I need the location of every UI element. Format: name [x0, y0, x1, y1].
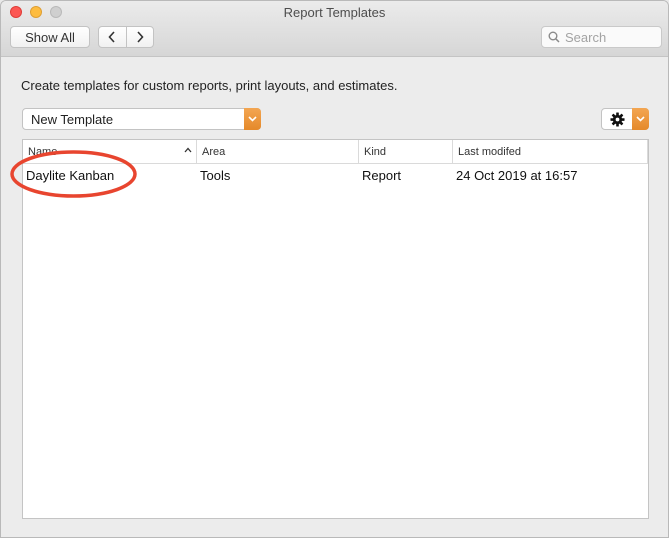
template-popup-label: New Template [31, 112, 114, 127]
chevron-left-icon [108, 31, 116, 43]
template-popup-button[interactable]: New Template [22, 108, 261, 130]
chevron-down-icon [632, 108, 649, 130]
column-header-area[interactable]: Area [196, 140, 358, 164]
description-text: Create templates for custom reports, pri… [21, 78, 398, 93]
back-button[interactable] [99, 27, 126, 47]
cell-kind: Report [362, 168, 402, 183]
cell-name: Daylite Kanban [26, 168, 115, 183]
forward-button[interactable] [125, 27, 153, 47]
search-input[interactable] [565, 29, 655, 45]
chevron-right-icon [137, 31, 144, 43]
chevron-down-icon [244, 108, 261, 130]
column-header-last-modified[interactable]: Last modifed [452, 140, 648, 164]
window-title: Report Templates [283, 5, 386, 20]
table-row[interactable]: Daylite Kanban Tools Report 24 Oct 2019 … [23, 165, 648, 187]
cell-area: Tools [200, 168, 231, 183]
column-header-name[interactable]: Name [23, 140, 196, 164]
sort-ascending-icon [184, 147, 192, 153]
navigation-buttons [98, 26, 154, 48]
show-all-button[interactable]: Show All [10, 26, 90, 48]
title-bar: Report Templates Show All [1, 1, 668, 57]
cell-last-modified: 24 Oct 2019 at 16:57 [456, 168, 578, 183]
templates-table: Name Area Kind Last modifed Daylite Kanb… [22, 139, 649, 519]
search-field[interactable] [541, 26, 662, 48]
table-header: Name Area Kind Last modifed [23, 140, 648, 164]
gear-icon [607, 111, 627, 128]
action-menu-button[interactable] [601, 108, 649, 130]
column-header-kind[interactable]: Kind [358, 140, 452, 164]
report-templates-window: Report Templates Show All Create templat… [0, 0, 669, 538]
search-icon [548, 31, 560, 43]
